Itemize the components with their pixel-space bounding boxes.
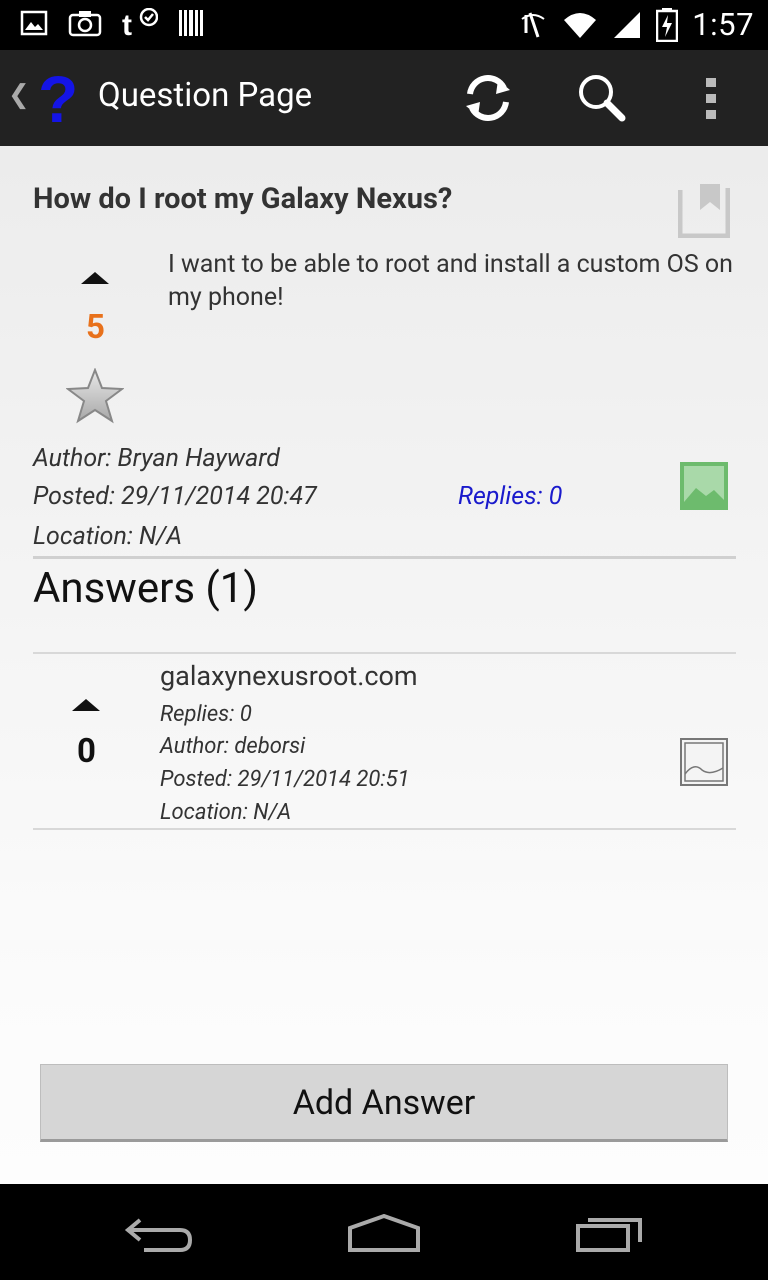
answer-location: Location: N/A [160, 800, 292, 825]
section-divider [33, 556, 736, 559]
question-title: How do I root my Galaxy Nexus? [33, 182, 453, 216]
image-icon [20, 10, 48, 36]
question-score: 5 [86, 308, 105, 347]
answer-score: 0 [77, 732, 96, 771]
question-location: Location: N/A [33, 522, 183, 551]
answer-title: galaxynexusroot.com [160, 660, 418, 692]
question-author: Author: Bryan Hayward [33, 444, 280, 473]
page-title: Question Page [98, 76, 313, 115]
svg-text:t: t [122, 9, 132, 38]
system-nav-bar [0, 1184, 768, 1280]
image-attachment-icon[interactable] [680, 462, 728, 510]
answer-author: Author: deborsi [160, 734, 306, 759]
upvote-arrow-icon[interactable] [80, 268, 110, 288]
action-bar: ❮ ? Question Page [0, 50, 768, 148]
up-caret-icon[interactable]: ❮ [8, 80, 30, 110]
question-posted: Posted: 29/11/2014 20:47 [33, 482, 317, 511]
t-check-icon: t [122, 8, 158, 38]
overflow-menu-icon[interactable] [702, 76, 722, 122]
answers-heading: Answers (1) [33, 564, 259, 613]
camera-icon [68, 11, 102, 37]
recent-apps-icon[interactable] [574, 1214, 644, 1254]
answer-posted: Posted: 29/11/2014 20:51 [160, 767, 410, 792]
home-icon[interactable] [346, 1214, 422, 1254]
status-bar: t 1:57 [0, 0, 768, 50]
refresh-icon[interactable] [462, 72, 514, 124]
question-content: How do I root my Galaxy Nexus? I want to… [0, 146, 768, 1184]
mute-icon [521, 12, 545, 37]
svg-text:?: ? [38, 64, 76, 134]
answer-replies: Replies: 0 [160, 702, 252, 727]
status-time: 1:57 [692, 6, 754, 43]
upvote-arrow-icon[interactable] [71, 696, 101, 714]
battery-icon [656, 7, 679, 42]
signal-icon [614, 11, 641, 38]
add-answer-button[interactable]: Add Answer [40, 1064, 728, 1142]
favorite-star-icon[interactable] [66, 368, 124, 424]
question-mark-icon[interactable]: ? [36, 64, 76, 134]
bookmark-icon[interactable] [678, 182, 730, 238]
barcode-icon [179, 10, 203, 36]
wifi-icon [564, 12, 597, 38]
question-replies-link[interactable]: Replies: 0 [458, 482, 562, 511]
answer-list-item[interactable]: 0 galaxynexusroot.com Replies: 0 Author:… [33, 652, 736, 830]
question-body: I want to be able to root and install a … [168, 250, 733, 312]
back-icon[interactable] [124, 1214, 194, 1254]
image-placeholder-icon[interactable] [680, 738, 728, 786]
search-icon[interactable] [574, 70, 628, 124]
